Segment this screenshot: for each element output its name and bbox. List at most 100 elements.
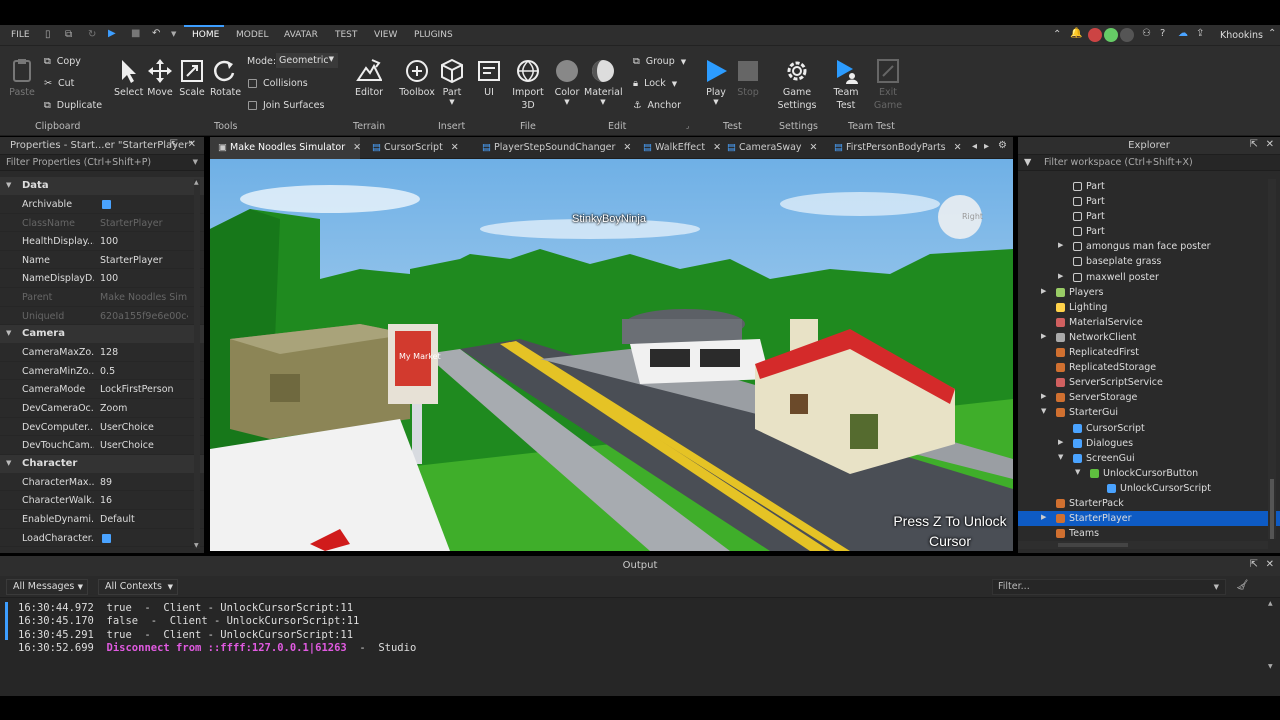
mode-dropdown[interactable]: Geometric ▼ xyxy=(276,53,338,68)
explorer-item[interactable]: Part xyxy=(1018,224,1280,239)
expand-icon[interactable]: ⌟ xyxy=(686,122,689,130)
property-section-camera[interactable]: Camera xyxy=(0,325,204,344)
explorer-item[interactable]: ReplicatedFirst xyxy=(1018,345,1280,360)
property-value[interactable]: 89 xyxy=(100,477,188,488)
property-value[interactable]: 128 xyxy=(100,347,188,358)
explorer-scrollbar[interactable] xyxy=(1268,179,1276,539)
property-row[interactable]: DevComputer... UserChoice xyxy=(0,418,204,437)
undock-icon[interactable]: ⇱ xyxy=(1250,559,1258,570)
ui-button[interactable]: UI xyxy=(476,58,502,99)
move-button[interactable]: Move xyxy=(146,58,174,99)
tab-model[interactable]: MODEL xyxy=(236,30,268,40)
chevron-down-icon[interactable]: ▼ xyxy=(171,30,176,38)
expand-arrow-down-icon[interactable]: ▼ xyxy=(1075,468,1080,476)
explorer-item[interactable]: ▶ NetworkClient xyxy=(1018,330,1280,345)
output-scrollbar[interactable]: ▲ ▼ xyxy=(1268,600,1276,670)
property-row[interactable]: Name StarterPlayer xyxy=(0,251,204,270)
tab-make-noodles-simulator[interactable]: ▣ Make Noodles Simulator ✕ xyxy=(210,137,361,159)
select-button[interactable]: Select xyxy=(114,58,143,99)
expand-arrow-right-icon[interactable]: ▶ xyxy=(1041,392,1046,400)
play-button[interactable]: Play ▼ xyxy=(701,58,731,106)
close-icon[interactable]: ✕ xyxy=(188,139,196,150)
paste-button[interactable]: Paste xyxy=(8,58,36,99)
property-row[interactable]: NameDisplayD... 100 xyxy=(0,269,204,288)
explorer-item[interactable]: Lighting xyxy=(1018,300,1280,315)
properties-scrollbar[interactable]: ▲ ▼ xyxy=(194,179,200,549)
explorer-hscrollbar[interactable] xyxy=(1018,541,1268,549)
anchor-button[interactable]: ⚓︎ Anchor xyxy=(633,100,681,111)
property-section-data[interactable]: Data xyxy=(0,177,204,195)
redo-cloud-icon[interactable]: ↻ xyxy=(88,29,96,40)
tab-scroll-left-icon[interactable]: ◂ xyxy=(972,141,977,152)
cloud-icon[interactable]: ☁ xyxy=(1178,28,1188,39)
property-value[interactable]: LockFirstPerson xyxy=(100,384,188,395)
group-button[interactable]: ⧉ Group ▼ xyxy=(633,56,686,67)
property-row[interactable]: CharacterWalk... 16 xyxy=(0,491,204,510)
lock-button[interactable]: 🔒︎ Lock ▼ xyxy=(633,78,677,89)
undo-icon[interactable]: ↶ xyxy=(152,28,160,39)
close-icon[interactable]: ✕ xyxy=(1266,559,1274,570)
undock-icon[interactable]: ⇱ xyxy=(1250,139,1258,150)
material-button[interactable]: Material ▼ xyxy=(584,58,623,106)
tab-test[interactable]: TEST xyxy=(335,30,357,40)
property-value[interactable]: 16 xyxy=(100,495,188,506)
explorer-item[interactable]: ▶ maxwell poster xyxy=(1018,270,1280,285)
avatar[interactable] xyxy=(1104,28,1118,42)
tab-view[interactable]: VIEW xyxy=(374,30,397,40)
username[interactable]: Khookins xyxy=(1220,30,1263,41)
property-row[interactable]: UniqueId 620a155f9e6e00c4... xyxy=(0,307,204,326)
property-value[interactable]: StarterPlayer xyxy=(100,255,188,266)
explorer-item[interactable]: Part xyxy=(1018,179,1280,194)
avatar[interactable] xyxy=(1120,28,1134,42)
property-row[interactable]: CameraMaxZo... 128 xyxy=(0,343,204,362)
tab-playerstepsoundchanger[interactable]: ▤ PlayerStepSoundChanger ✕ xyxy=(482,137,631,159)
scale-button[interactable]: Scale xyxy=(178,58,206,99)
collisions-toggle[interactable]: Collisions xyxy=(248,78,308,89)
property-row[interactable]: DevTouchCam... UserChoice xyxy=(0,436,204,455)
explorer-filter-input[interactable]: ▼ Filter workspace (Ctrl+Shift+X) xyxy=(1018,155,1280,171)
property-row[interactable]: LoadCharacter... xyxy=(0,529,204,548)
save-icon[interactable]: ⧉ xyxy=(65,29,72,40)
property-value[interactable]: 0.5 xyxy=(100,366,188,377)
tab-plugins[interactable]: PLUGINS xyxy=(414,30,453,40)
explorer-item[interactable]: ▶ Players xyxy=(1018,285,1280,300)
stop-button[interactable]: Stop xyxy=(734,58,762,99)
explorer-item[interactable]: CursorScript xyxy=(1018,421,1280,436)
expand-arrow-right-icon[interactable]: ▶ xyxy=(1058,241,1063,249)
explorer-item[interactable]: ▶ amongus man face poster xyxy=(1018,239,1280,254)
explorer-item[interactable]: ▼ StarterGui xyxy=(1018,405,1280,420)
property-row[interactable]: CameraMode LockFirstPerson xyxy=(0,380,204,399)
collapse-icon[interactable]: ⌃ xyxy=(1053,29,1061,40)
tab-firstpersonbodyparts[interactable]: ▤ FirstPersonBodyParts ✕ xyxy=(834,137,962,159)
toolbox-button[interactable]: Toolbox xyxy=(398,58,436,99)
output-filter-input[interactable]: Filter... ▼ xyxy=(992,579,1226,595)
explorer-item[interactable]: ▶ ServerStorage xyxy=(1018,390,1280,405)
undock-icon[interactable]: ⇱ xyxy=(170,139,178,150)
property-row[interactable]: EnableDynami... Default xyxy=(0,510,204,529)
copy-button[interactable]: ⧉ Copy xyxy=(44,56,81,67)
expand-arrow-right-icon[interactable]: ▶ xyxy=(1041,332,1046,340)
messages-filter-dropdown[interactable]: All Messages ▼ xyxy=(6,579,88,595)
people-icon[interactable]: ⚇ xyxy=(1142,28,1151,39)
explorer-item[interactable]: ReplicatedStorage xyxy=(1018,360,1280,375)
explorer-item[interactable]: ▶ Dialogues xyxy=(1018,436,1280,451)
help-icon[interactable]: ? xyxy=(1160,28,1165,39)
explorer-item[interactable]: ▼ ScreenGui xyxy=(1018,451,1280,466)
duplicate-button[interactable]: ⧉ Duplicate xyxy=(44,100,102,111)
game-settings-button[interactable]: Game Settings xyxy=(776,58,818,112)
expand-arrow-down-icon[interactable]: ▼ xyxy=(1041,407,1046,415)
color-button[interactable]: Color ▼ xyxy=(553,58,581,106)
tab-scroll-right-icon[interactable]: ▸ xyxy=(984,141,989,152)
explorer-item[interactable]: MaterialService xyxy=(1018,315,1280,330)
property-section-character[interactable]: Character xyxy=(0,454,204,473)
join-surfaces-toggle[interactable]: Join Surfaces xyxy=(248,100,324,111)
tab-camerasway[interactable]: ▤ CameraSway ✕ xyxy=(727,137,818,159)
property-row[interactable]: ClassName StarterPlayer xyxy=(0,214,204,233)
property-row[interactable]: Parent Make Noodles Sim... xyxy=(0,288,204,307)
explorer-item[interactable]: Part xyxy=(1018,209,1280,224)
expand-arrow-right-icon[interactable]: ▶ xyxy=(1041,287,1046,295)
rotate-button[interactable]: Rotate xyxy=(210,58,241,99)
property-row[interactable]: DevCameraOc... Zoom xyxy=(0,399,204,418)
close-icon[interactable]: ✕ xyxy=(1266,139,1274,150)
explorer-item[interactable]: ▼ UnlockCursorButton xyxy=(1018,466,1280,481)
